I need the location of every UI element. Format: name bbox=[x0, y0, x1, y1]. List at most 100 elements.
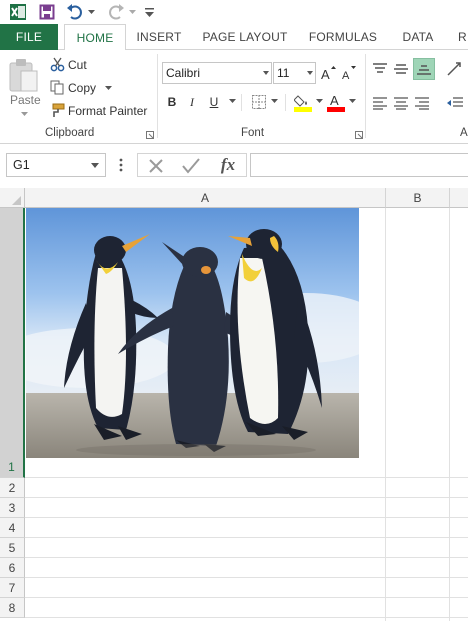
orientation-icon[interactable] bbox=[445, 60, 465, 78]
gridline bbox=[25, 477, 468, 478]
gridline bbox=[25, 597, 468, 598]
group-separator bbox=[157, 54, 158, 138]
penguins-photo-icon bbox=[26, 208, 359, 458]
row-header-5[interactable]: 5 bbox=[0, 538, 25, 558]
svg-text:A: A bbox=[330, 93, 339, 108]
align-right-icon[interactable] bbox=[413, 94, 431, 112]
ribbon-tabs: FILE HOME INSERT PAGE LAYOUT FORMULAS DA… bbox=[0, 24, 468, 51]
underline-dropdown-icon[interactable] bbox=[228, 98, 236, 104]
formula-input[interactable] bbox=[250, 153, 468, 177]
alignment-group-label: A bbox=[460, 127, 468, 139]
customize-icon[interactable] bbox=[144, 3, 154, 21]
undo-icon[interactable] bbox=[66, 3, 84, 21]
redo-dropdown-icon[interactable] bbox=[128, 3, 136, 21]
ribbon-home: Paste Cut Copy Format Painter Clipboard … bbox=[0, 50, 468, 144]
shrink-font-icon[interactable]: A bbox=[341, 64, 357, 82]
row-header-4[interactable]: 4 bbox=[0, 518, 25, 538]
save-icon[interactable] bbox=[38, 3, 56, 21]
cancel-icon[interactable] bbox=[145, 156, 167, 176]
gridline bbox=[25, 617, 468, 618]
select-all-corner[interactable] bbox=[0, 188, 25, 208]
tab-page-layout[interactable]: PAGE LAYOUT bbox=[196, 24, 294, 50]
gridline bbox=[385, 208, 386, 621]
tab-review-partial[interactable]: R bbox=[458, 24, 468, 50]
quick-access-toolbar bbox=[0, 0, 468, 24]
font-size-dropdown-icon[interactable] bbox=[307, 71, 313, 75]
align-left-icon[interactable] bbox=[371, 94, 389, 112]
font-size-value: 11 bbox=[277, 66, 290, 80]
gridline bbox=[25, 577, 468, 578]
align-bottom-icon[interactable] bbox=[413, 58, 435, 80]
cut-icon[interactable] bbox=[49, 56, 65, 72]
penguins-picture[interactable] bbox=[26, 208, 359, 458]
name-box[interactable]: G1 bbox=[6, 153, 106, 177]
format-painter-label[interactable]: Format Painter bbox=[68, 104, 147, 118]
column-header-b[interactable]: B bbox=[386, 188, 450, 208]
tab-data[interactable]: DATA bbox=[394, 24, 442, 50]
fill-color-icon[interactable] bbox=[294, 92, 312, 112]
font-group-label: Font bbox=[241, 127, 265, 139]
svg-text:A: A bbox=[321, 67, 330, 81]
column-header-a[interactable]: A bbox=[25, 188, 386, 208]
svg-text:A: A bbox=[342, 70, 350, 81]
clipboard-group-label: Clipboard bbox=[45, 127, 95, 139]
row-header-8[interactable]: 8 bbox=[0, 598, 25, 618]
borders-icon[interactable] bbox=[251, 94, 267, 110]
gridline bbox=[25, 517, 468, 518]
grow-font-icon[interactable]: A bbox=[320, 64, 336, 82]
underline-button[interactable]: U bbox=[206, 93, 222, 111]
fill-color-dropdown-icon[interactable] bbox=[315, 98, 323, 104]
divider bbox=[285, 94, 286, 111]
row-header-6[interactable]: 6 bbox=[0, 558, 25, 578]
group-separator bbox=[365, 54, 366, 138]
gridline bbox=[25, 497, 468, 498]
font-name-dropdown-icon[interactable] bbox=[263, 71, 269, 75]
row-number-1: 1 bbox=[8, 460, 15, 474]
enter-check-icon[interactable] bbox=[180, 156, 202, 176]
gridline bbox=[449, 208, 450, 621]
borders-dropdown-icon[interactable] bbox=[270, 98, 278, 104]
font-name-combo[interactable]: Calibri bbox=[162, 62, 272, 84]
tab-insert[interactable]: INSERT bbox=[130, 24, 188, 50]
tab-file[interactable]: FILE bbox=[0, 24, 58, 50]
font-color-icon[interactable]: A bbox=[327, 92, 345, 112]
name-box-dropdown-icon[interactable] bbox=[91, 163, 99, 168]
font-launcher-icon[interactable] bbox=[354, 130, 363, 139]
bold-button[interactable]: B bbox=[164, 93, 180, 111]
font-color-dropdown-icon[interactable] bbox=[348, 98, 356, 104]
row-header-7[interactable]: 7 bbox=[0, 578, 25, 598]
decrease-indent-icon[interactable] bbox=[445, 94, 465, 112]
clipboard-launcher-icon[interactable] bbox=[145, 130, 154, 139]
font-size-combo[interactable]: 11 bbox=[273, 62, 316, 84]
italic-button[interactable]: I bbox=[184, 93, 200, 111]
formula-buttons: fx bbox=[137, 153, 247, 177]
row-header-1[interactable]: 1 bbox=[0, 208, 25, 478]
row-header-3[interactable]: 3 bbox=[0, 498, 25, 518]
align-middle-icon[interactable] bbox=[392, 60, 410, 78]
paste-dropdown-icon[interactable] bbox=[20, 111, 28, 117]
tab-home[interactable]: HOME bbox=[64, 24, 126, 51]
excel-logo-icon bbox=[8, 3, 28, 21]
copy-label[interactable]: Copy bbox=[68, 81, 96, 95]
font-name-value: Calibri bbox=[166, 66, 201, 80]
align-center-icon[interactable] bbox=[392, 94, 410, 112]
paste-label[interactable]: Paste bbox=[10, 93, 41, 107]
column-header-c-partial[interactable] bbox=[450, 188, 468, 208]
gridline bbox=[25, 537, 468, 538]
align-top-icon[interactable] bbox=[371, 60, 389, 78]
paste-icon[interactable] bbox=[6, 56, 42, 96]
cut-label[interactable]: Cut bbox=[68, 58, 87, 72]
copy-icon[interactable] bbox=[49, 79, 65, 95]
row-header-2[interactable]: 2 bbox=[0, 478, 25, 498]
format-painter-icon[interactable] bbox=[49, 102, 65, 118]
formula-bar: G1 fx bbox=[0, 150, 468, 183]
divider bbox=[241, 94, 242, 111]
more-options-icon[interactable] bbox=[114, 156, 128, 174]
undo-dropdown-icon[interactable] bbox=[87, 3, 95, 21]
tab-formulas[interactable]: FORMULAS bbox=[302, 24, 384, 50]
name-box-value: G1 bbox=[13, 158, 30, 172]
copy-dropdown-icon[interactable] bbox=[104, 85, 112, 91]
redo-icon[interactable] bbox=[107, 3, 125, 21]
gridline bbox=[25, 557, 468, 558]
insert-function-button[interactable]: fx bbox=[216, 155, 240, 175]
